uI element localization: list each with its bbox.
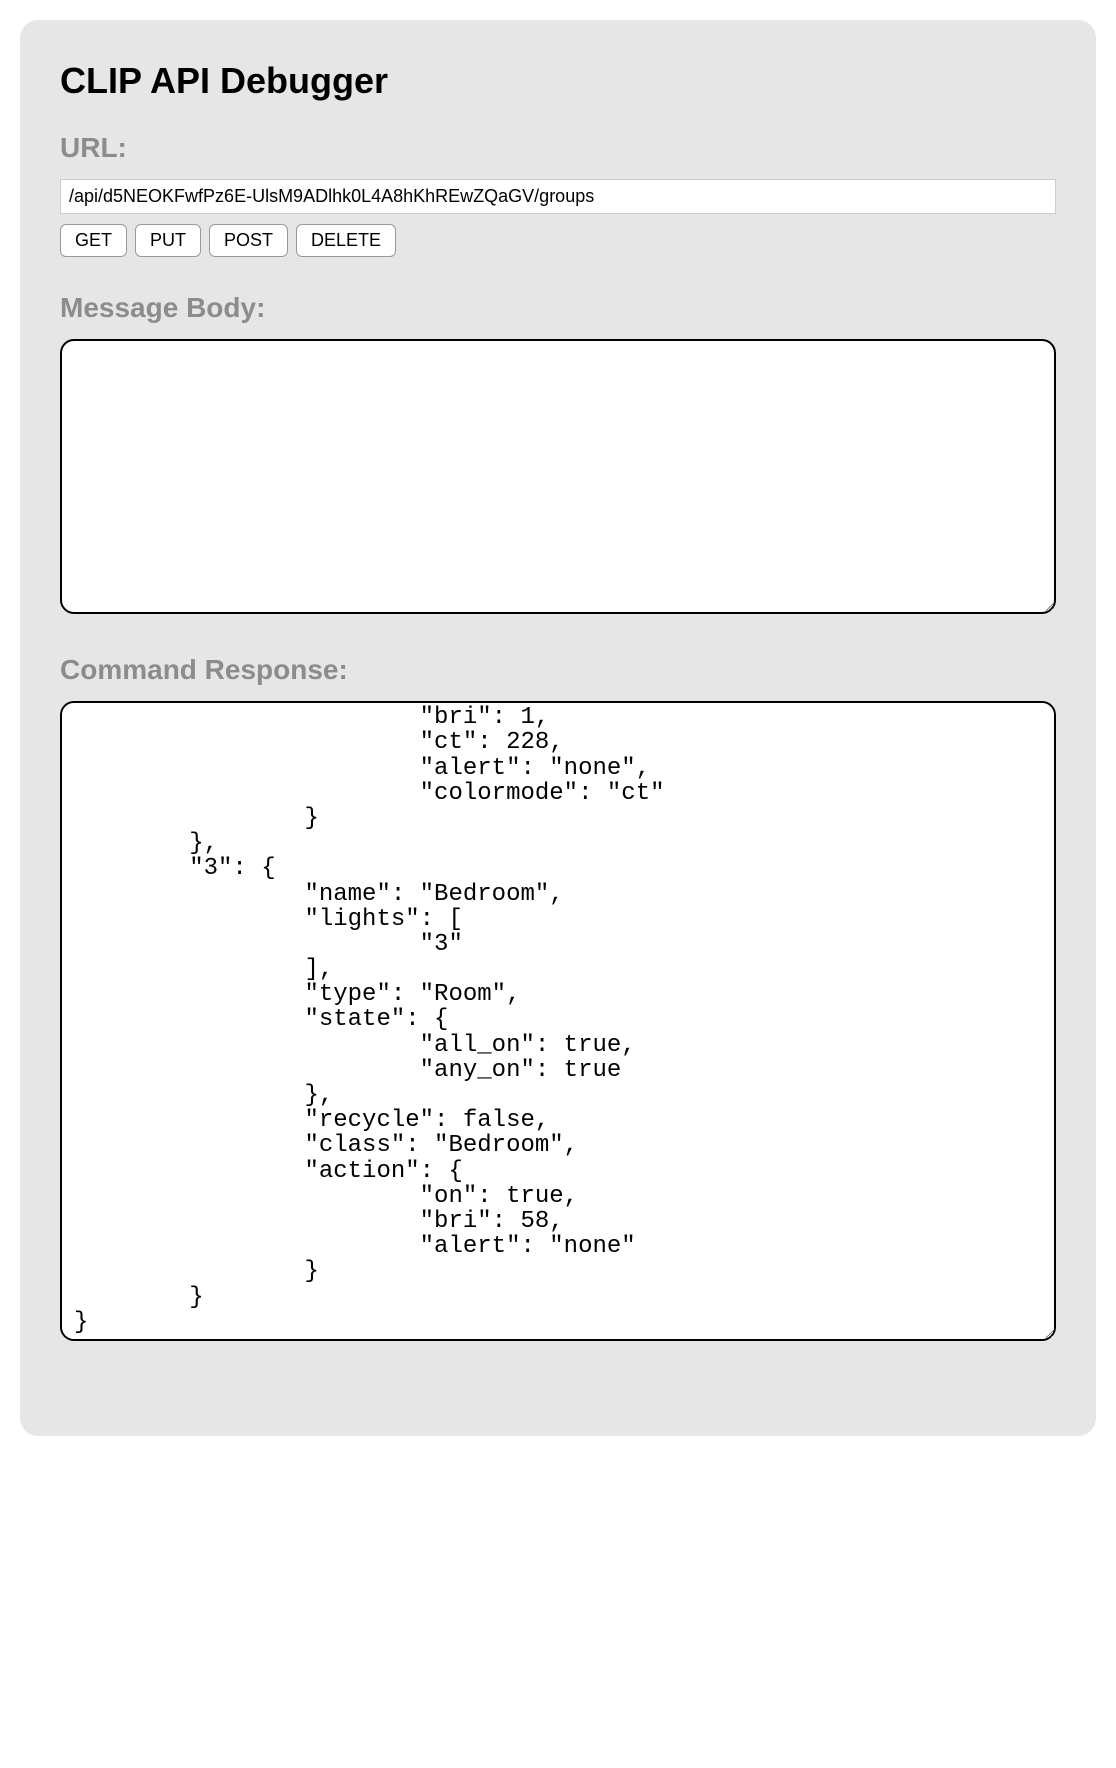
- url-label: URL:: [60, 132, 1056, 164]
- message-body-section: Message Body:: [60, 292, 1056, 619]
- url-input[interactable]: [60, 179, 1056, 214]
- response-label: Command Response:: [60, 654, 1056, 686]
- post-button[interactable]: POST: [209, 224, 288, 257]
- http-button-row: GET PUT POST DELETE: [60, 224, 1056, 257]
- get-button[interactable]: GET: [60, 224, 127, 257]
- message-body-input[interactable]: [60, 339, 1056, 614]
- delete-button[interactable]: DELETE: [296, 224, 396, 257]
- put-button[interactable]: PUT: [135, 224, 201, 257]
- response-output[interactable]: "on": false, "bri": 1, "ct": 228, "alert…: [60, 701, 1056, 1341]
- debugger-panel: CLIP API Debugger URL: GET PUT POST DELE…: [20, 20, 1096, 1436]
- message-body-label: Message Body:: [60, 292, 1056, 324]
- url-section: URL: GET PUT POST DELETE: [60, 132, 1056, 257]
- response-section: Command Response: "on": false, "bri": 1,…: [60, 654, 1056, 1341]
- page-title: CLIP API Debugger: [60, 60, 1056, 102]
